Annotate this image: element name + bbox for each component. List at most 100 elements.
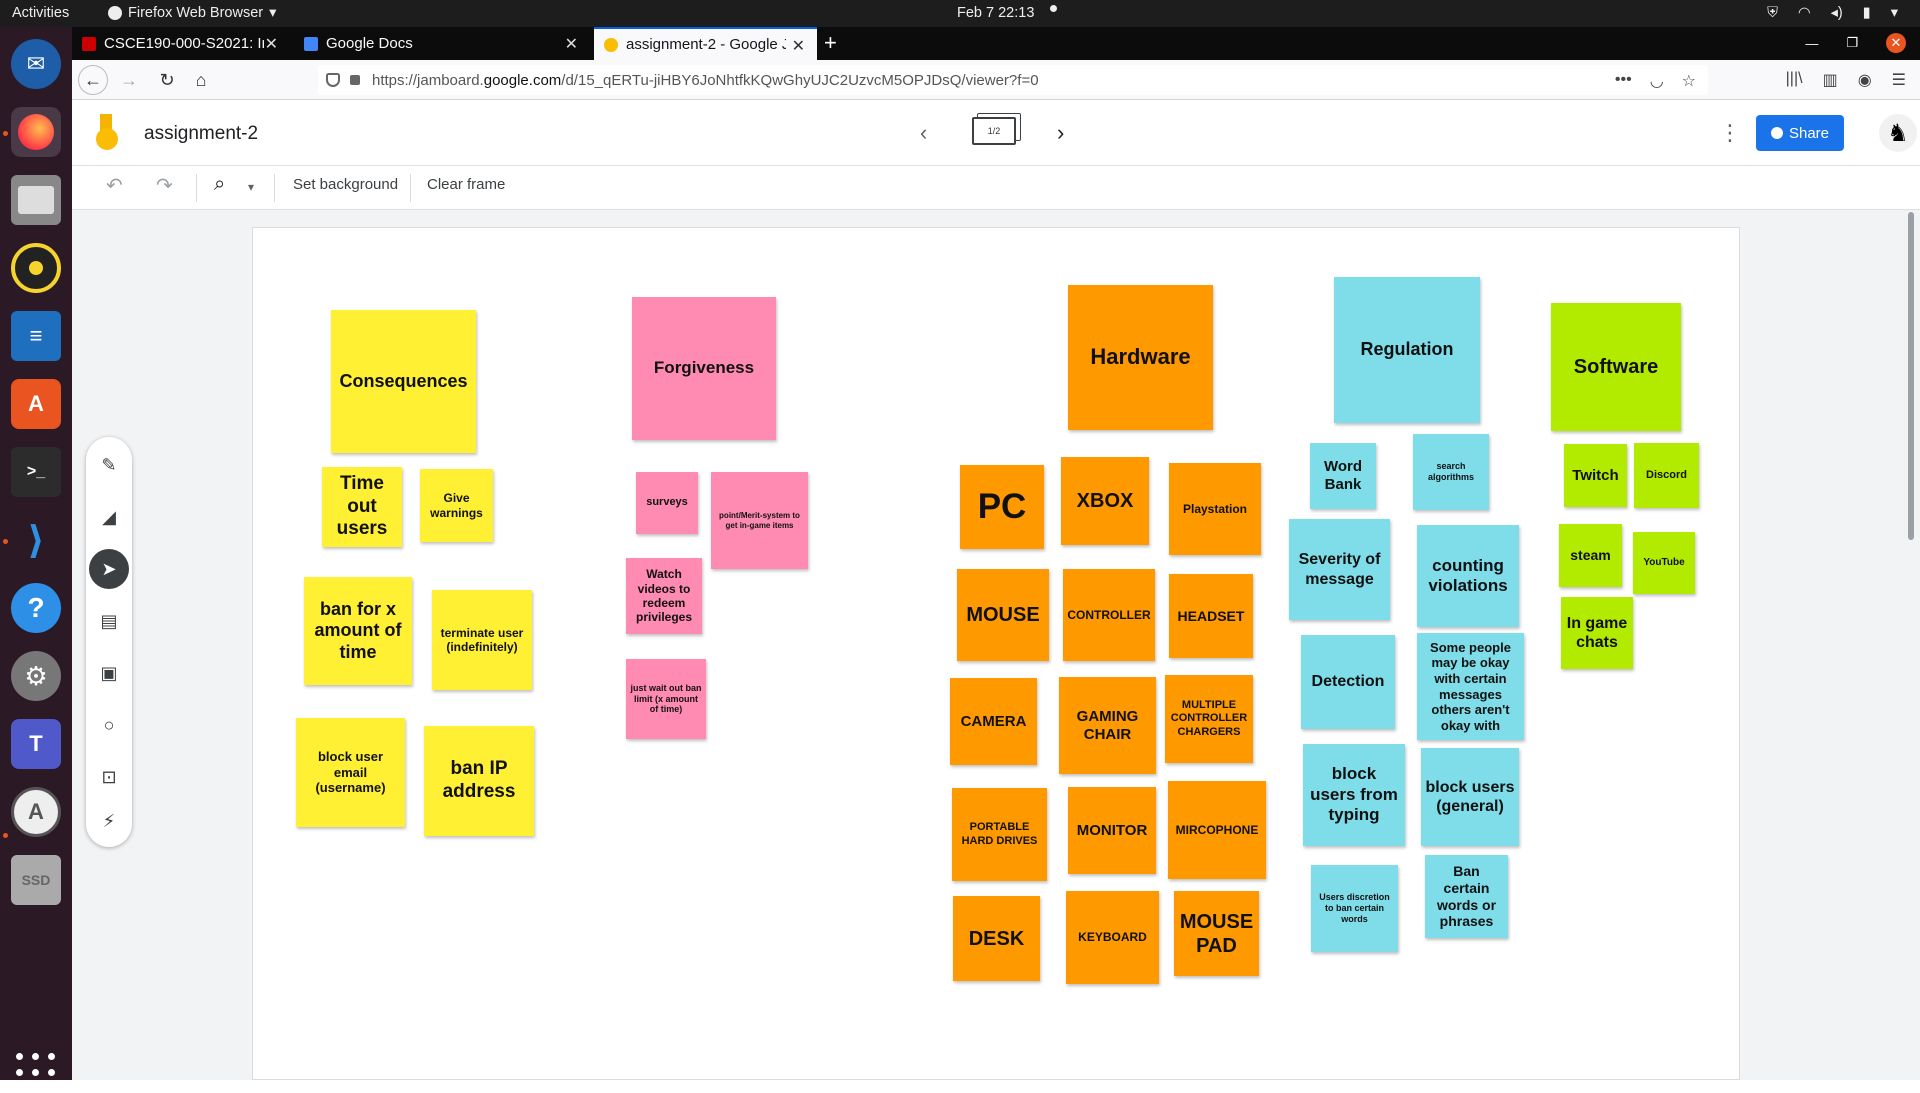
text-box-icon[interactable]: ⊡ — [89, 757, 129, 797]
sticky-note-time-out[interactable]: Time out users — [322, 467, 402, 547]
pen-icon[interactable]: ✎ — [89, 445, 129, 485]
avatar[interactable]: ♞ — [1879, 114, 1917, 152]
page-actions-icon[interactable]: ••• — [1615, 71, 1632, 91]
volume-icon[interactable]: ◂) — [1831, 5, 1843, 21]
scrollbar[interactable] — [1908, 212, 1914, 540]
teams-icon[interactable]: T — [11, 719, 61, 769]
tab-google-docs[interactable]: Google Docs ✕ — [294, 27, 590, 60]
app-menu[interactable]: Firefox Web Browser ▾ — [108, 5, 276, 21]
help-icon[interactable]: ? — [11, 583, 61, 633]
files-icon[interactable] — [11, 175, 61, 225]
wifi-icon[interactable]: ◠ — [1798, 5, 1811, 21]
jam-title[interactable]: assignment-2 — [144, 123, 258, 145]
sticky-note-surveys[interactable]: surveys — [636, 472, 698, 534]
sticky-note-forgiveness[interactable]: Forgiveness — [632, 297, 776, 440]
close-icon[interactable]: ✕ — [565, 34, 578, 54]
sticky-note-ban-ip[interactable]: ban IP address — [424, 726, 534, 836]
eraser-icon[interactable]: ◢ — [89, 497, 129, 537]
sticky-note-camera[interactable]: CAMERA — [950, 678, 1037, 765]
home-button[interactable]: ⌂ — [188, 67, 214, 93]
hamburger-menu-icon[interactable]: ☰ — [1892, 70, 1906, 90]
lock-icon[interactable] — [350, 75, 360, 85]
back-button[interactable]: ← — [78, 65, 108, 95]
sticky-note-gaming-chair[interactable]: GAMING CHAIR — [1059, 677, 1156, 774]
sticky-note-point-merit[interactable]: point/Merit-system to get in-game items — [711, 472, 808, 569]
writer-icon[interactable]: ≡ — [11, 311, 61, 361]
tab-assignment-2[interactable]: assignment-2 - Google Ja ✕ — [594, 27, 817, 60]
rhythmbox-icon[interactable] — [11, 243, 61, 293]
sticky-note-users-discretion[interactable]: Users discretion to ban certain words — [1311, 865, 1398, 952]
close-window-icon[interactable]: ✕ — [1886, 33, 1906, 53]
tab-csce190[interactable]: CSCE190-000-S2021: Ind ✕ — [72, 27, 290, 60]
redo-icon[interactable]: ↷ — [156, 173, 173, 198]
battery-icon[interactable]: ▮ — [1863, 5, 1871, 21]
sticky-note-hardware[interactable]: Hardware — [1068, 285, 1213, 430]
sticky-note-block-typing[interactable]: block users from typing — [1303, 744, 1405, 846]
sticky-note-twitch[interactable]: Twitch — [1564, 444, 1627, 507]
update-manager-icon[interactable]: A — [11, 787, 61, 837]
ssd-drive-icon[interactable]: SSD — [11, 855, 61, 905]
more-options-icon[interactable]: ⋮ — [1719, 120, 1741, 146]
forward-button[interactable]: → — [116, 67, 142, 93]
sticky-note-mouse-pad[interactable]: MOUSE PAD — [1174, 891, 1259, 976]
undo-icon[interactable]: ↶ — [106, 173, 123, 198]
sticky-note-icon[interactable]: ▤ — [89, 601, 129, 641]
sticky-note-multiple-controller-chargers[interactable]: MULTIPLE CONTROLLER CHARGERS — [1165, 675, 1253, 763]
sticky-note-block-email[interactable]: block user email (username) — [296, 718, 405, 827]
previous-frame-chevron-icon[interactable]: ‹ — [920, 120, 927, 146]
sticky-note-ban-x-time[interactable]: ban for x amount of time — [304, 577, 412, 685]
zoom-dropdown-chevron-icon[interactable]: ▾ — [248, 180, 254, 194]
close-icon[interactable]: ✕ — [265, 34, 278, 54]
sticky-note-mouse[interactable]: MOUSE — [957, 569, 1049, 661]
url-bar[interactable]: https://jamboard.google.com/d/15_qERTu-j… — [318, 65, 1708, 95]
sticky-note-search-algorithms[interactable]: search algorithms — [1413, 434, 1489, 510]
sticky-note-keyboard[interactable]: KEYBOARD — [1066, 891, 1159, 984]
sticky-note-pc[interactable]: PC — [960, 465, 1044, 549]
clear-frame-button[interactable]: Clear frame — [427, 176, 505, 193]
url-text[interactable]: https://jamboard.google.com/d/15_qERTu-j… — [372, 72, 1039, 89]
pocket-icon[interactable]: ◡ — [1650, 71, 1664, 91]
sidebar-icon[interactable]: ▥ — [1823, 70, 1838, 90]
sticky-note-regulation[interactable]: Regulation — [1334, 277, 1480, 423]
clock[interactable]: Feb 7 22:13 — [957, 5, 1034, 21]
sticky-note-consequences[interactable]: Consequences — [331, 310, 476, 453]
next-frame-chevron-icon[interactable]: › — [1057, 120, 1064, 146]
sticky-note-headset[interactable]: HEADSET — [1169, 574, 1253, 658]
image-icon[interactable]: ▣ — [89, 653, 129, 693]
frame-indicator[interactable]: 1/2 — [972, 117, 1016, 145]
laser-icon[interactable]: ⚡ — [89, 801, 129, 841]
select-pointer-icon[interactable]: ➤ — [89, 549, 129, 589]
sticky-note-watch-videos[interactable]: Watch videos to redeem privileges — [626, 558, 702, 634]
sticky-note-monitor[interactable]: MONITOR — [1068, 787, 1156, 874]
bookmark-star-icon[interactable]: ☆ — [1682, 71, 1696, 91]
sticky-note-in-game-chats[interactable]: In game chats — [1561, 597, 1633, 669]
shield-icon[interactable]: ⛨ — [1767, 5, 1778, 21]
sticky-note-portable-hard-drives[interactable]: PORTABLE HARD DRIVES — [952, 788, 1047, 881]
sticky-note-give-warnings[interactable]: Give warnings — [420, 469, 493, 542]
sticky-note-terminate-user[interactable]: terminate user (indefinitely) — [432, 590, 532, 690]
set-background-button[interactable]: Set background — [293, 176, 398, 193]
software-center-icon[interactable]: A — [11, 379, 61, 429]
close-icon[interactable]: ✕ — [792, 36, 805, 56]
sticky-note-desk[interactable]: DESK — [953, 896, 1040, 981]
sticky-note-word-bank[interactable]: Word Bank — [1310, 443, 1376, 509]
circle-shape-icon[interactable]: ○ — [89, 705, 129, 745]
sticky-note-severity-of-message[interactable]: Severity of message — [1289, 519, 1390, 620]
sticky-note-counting-violations[interactable]: counting violations — [1417, 525, 1519, 627]
chevron-down-icon[interactable]: ▾ — [1891, 5, 1898, 21]
sticky-note-controller[interactable]: CONTROLLER — [1063, 569, 1155, 661]
zoom-icon[interactable]: ⌕ — [214, 173, 225, 196]
firefox-icon[interactable] — [11, 107, 61, 157]
library-icon[interactable]: |||\ — [1786, 70, 1803, 90]
sticky-note-detection[interactable]: Detection — [1301, 635, 1395, 729]
jamboard-logo-icon[interactable] — [96, 114, 118, 152]
sticky-note-mircophone[interactable]: MIRCOPHONE — [1168, 781, 1266, 879]
sticky-note-youtube[interactable]: YouTube — [1633, 532, 1695, 594]
sticky-note-ban-words[interactable]: Ban certain words or phrases — [1425, 855, 1508, 938]
sticky-note-playstation[interactable]: Playstation — [1169, 463, 1261, 555]
system-tray[interactable]: ⛨ ◠ ◂) ▮ ▾ — [1767, 5, 1898, 21]
share-button[interactable]: Share — [1756, 115, 1844, 151]
sticky-note-block-general[interactable]: block users (general) — [1421, 748, 1519, 846]
vscode-icon[interactable]: ⟩ — [11, 515, 61, 565]
tracking-protection-shield-icon[interactable] — [326, 73, 340, 87]
